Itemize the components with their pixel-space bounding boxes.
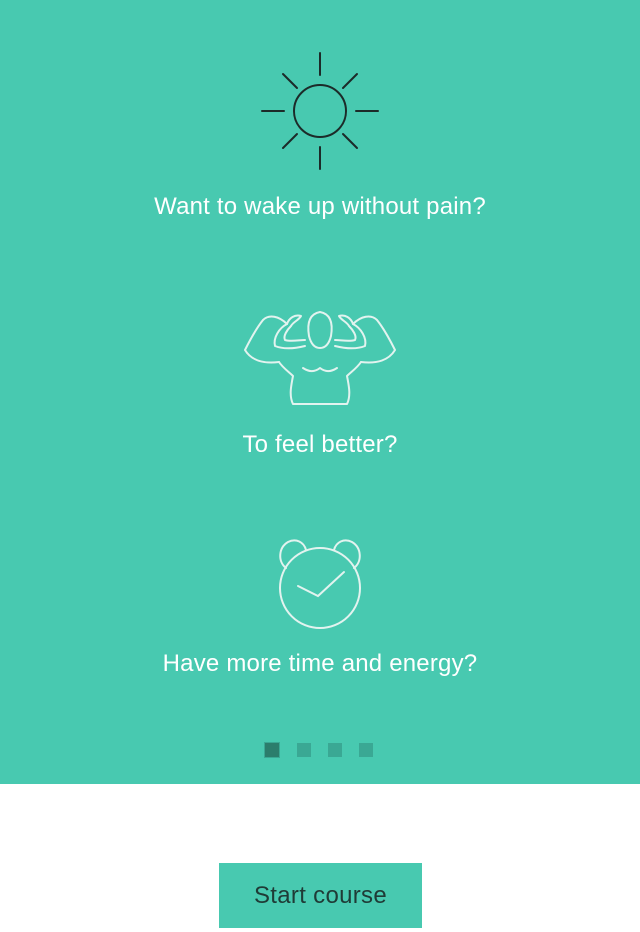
page-dot-1[interactable] (264, 742, 280, 758)
page-dot-4[interactable] (359, 743, 373, 757)
feature-wake-up (0, 50, 640, 174)
pagination-dots (264, 742, 375, 758)
feature-feel-better (0, 306, 640, 406)
feature-text-feel-better: To feel better? (242, 431, 398, 458)
feature-text-time-energy: Have more time and energy? (162, 650, 478, 677)
start-course-button[interactable]: Start course (219, 863, 422, 928)
muscle-body-icon (244, 311, 396, 405)
feature-time-energy (0, 534, 640, 634)
page-dot-3[interactable] (328, 743, 342, 757)
sun-icon (261, 52, 379, 170)
feature-text-wake-up: Want to wake up without pain? (154, 193, 486, 220)
intro-carousel[interactable]: Want to wake up without pain? To feel be… (0, 0, 640, 784)
alarm-clock-icon (279, 539, 361, 629)
page-dot-2[interactable] (297, 743, 311, 757)
